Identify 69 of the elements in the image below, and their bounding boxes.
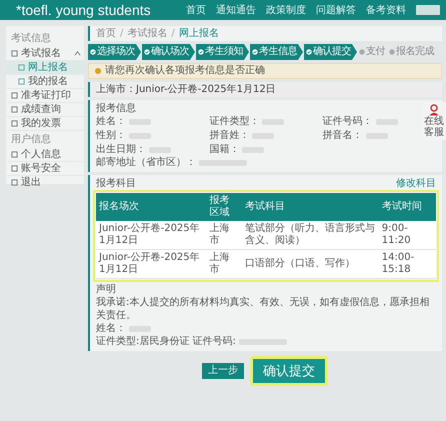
field-label: 拼音名： bbox=[322, 129, 363, 142]
sidebar-section-title: 用户信息 bbox=[10, 132, 52, 147]
table-cell: 9:00-11:20 bbox=[378, 221, 436, 250]
sidebar-item[interactable]: 退出 bbox=[6, 176, 84, 190]
table-cell: 上海市 bbox=[206, 221, 242, 250]
progress-step: 考生信息 bbox=[250, 44, 303, 60]
check-circle-icon bbox=[144, 49, 150, 55]
field-label: 拼音姓： bbox=[209, 129, 250, 142]
sidebar-item[interactable]: 成绩查询 bbox=[6, 103, 84, 117]
step-label: 报名完成 bbox=[396, 46, 434, 58]
field-label: 出生日期： bbox=[96, 143, 146, 156]
nav-link[interactable]: 通知通告 bbox=[216, 3, 256, 17]
submit-button[interactable]: 确认提交 bbox=[250, 356, 328, 386]
column-header: 考试时间 bbox=[378, 193, 436, 221]
progress-step: 确认提交 bbox=[304, 44, 357, 60]
breadcrumb-link[interactable]: 考试报名 bbox=[127, 27, 168, 40]
caret-icon[interactable] bbox=[74, 50, 81, 57]
field-label: 国籍： bbox=[209, 143, 240, 156]
breadcrumb-separator: / bbox=[120, 27, 124, 40]
column-header: 考试科目 bbox=[242, 193, 379, 221]
field-label: 证件类型:居民身份证 证件号码: bbox=[96, 335, 236, 348]
section-title: 报考科目 bbox=[96, 177, 136, 190]
nav-link[interactable]: 政策制度 bbox=[266, 3, 306, 17]
field-label: 性别： bbox=[96, 129, 126, 142]
declaration-text: 我承诺:本人提交的所有材料均真实、有效、无误，如有虚假信息，愿承担相关责任。 bbox=[96, 296, 430, 322]
section-title: 报考信息 bbox=[96, 103, 136, 114]
sidebar-item[interactable]: 个人信息 bbox=[6, 148, 84, 162]
breadcrumb-separator: / bbox=[171, 27, 175, 40]
check-circle-icon bbox=[306, 49, 312, 55]
nav-link[interactable]: 备考资料 bbox=[366, 3, 406, 17]
check-circle-icon bbox=[90, 49, 96, 55]
step-label: 支付 bbox=[366, 46, 385, 58]
previous-button[interactable]: 上一步 bbox=[202, 363, 244, 379]
breadcrumb-link[interactable]: 网上报名 bbox=[178, 27, 219, 40]
table-cell: 14:00-15:18 bbox=[378, 250, 436, 278]
sidebar-section-title: 考试信息 bbox=[10, 32, 52, 46]
check-circle-icon bbox=[252, 49, 258, 55]
online-service-button[interactable]: 在线客服 bbox=[422, 102, 446, 140]
field-label: 证件类型： bbox=[209, 115, 260, 128]
progress-step: 考生须知 bbox=[196, 44, 249, 60]
sidebar-subitem[interactable]: 我的报名 bbox=[6, 75, 84, 89]
breadcrumb-link[interactable]: 首页 bbox=[96, 27, 116, 40]
alert-text: 请您再次确认各项报考信息是否正确 bbox=[105, 65, 265, 77]
nav-link[interactable]: 问题解答 bbox=[316, 3, 356, 17]
person-icon bbox=[428, 104, 440, 116]
progress-step: 选择场次 bbox=[88, 44, 141, 60]
column-header: 报考区域 bbox=[206, 193, 242, 221]
edit-link[interactable]: 修改科目 bbox=[396, 177, 436, 190]
field-label: 姓名： bbox=[96, 115, 126, 128]
field-label: 证件号码： bbox=[322, 115, 373, 128]
warning-icon bbox=[95, 68, 101, 74]
field-label: 姓名： bbox=[96, 322, 126, 335]
session-title: 上海市：Junior-公开卷-2025年1月12日 bbox=[96, 84, 276, 95]
table-cell: 口语部分（口语、写作） bbox=[242, 250, 379, 278]
sidebar-subitem[interactable]: 网上报名 bbox=[6, 61, 84, 75]
table-cell: Junior-公开卷-2025年1月12日 bbox=[96, 250, 207, 278]
table-cell: 笔试部分（听力、语言形式与含义、阅读） bbox=[242, 221, 379, 250]
declaration-title: 声明 bbox=[96, 283, 117, 296]
check-circle-icon bbox=[198, 49, 204, 55]
sidebar-item[interactable]: 准考证打印 bbox=[6, 89, 84, 103]
nav-link[interactable]: 首页 bbox=[186, 3, 206, 17]
progress-step: 确认场次 bbox=[142, 44, 195, 60]
table-cell: 上海市 bbox=[206, 250, 242, 278]
site-logo[interactable]: *toefl. young students bbox=[16, 2, 151, 18]
sidebar-item[interactable]: 账号安全 bbox=[6, 162, 84, 176]
field-label: 邮寄地址（省市区）： bbox=[96, 156, 196, 169]
sidebar-item[interactable]: 我的发票 bbox=[6, 117, 84, 131]
column-header: 报名场次 bbox=[96, 193, 207, 221]
table-cell: Junior-公开卷-2025年1月12日 bbox=[96, 221, 207, 250]
